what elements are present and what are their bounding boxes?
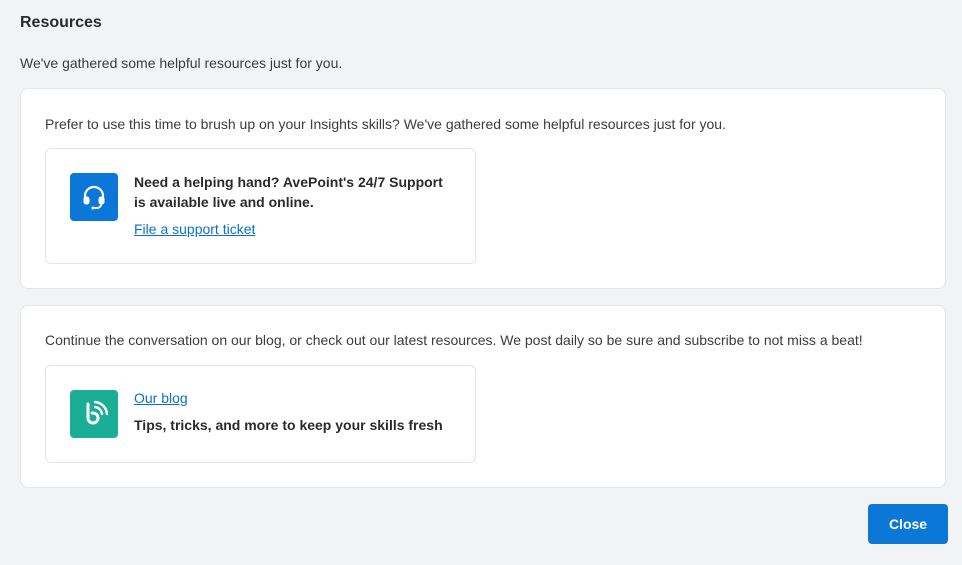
support-card: Need a helping hand? AvePoint's 24/7 Sup… (45, 148, 476, 264)
page-title: Resources (20, 14, 102, 31)
blog-card: Our blog Tips, tricks, and more to keep … (45, 365, 476, 463)
support-heading-line2: is available live and online. (134, 194, 314, 210)
support-panel: Prefer to use this time to brush up on y… (20, 88, 946, 289)
file-support-ticket-link[interactable]: File a support ticket (134, 219, 255, 239)
page-subtitle: We've gathered some helpful resources ju… (20, 55, 343, 71)
blog-card-text: Our blog Tips, tricks, and more to keep … (134, 388, 459, 435)
blog-description: Tips, tricks, and more to keep your skil… (134, 417, 443, 433)
blog-icon (70, 390, 118, 438)
support-heading-line1: Need a helping hand? AvePoint's 24/7 Sup… (134, 174, 443, 190)
our-blog-link[interactable]: Our blog (134, 388, 188, 408)
close-button[interactable]: Close (868, 504, 948, 544)
blog-panel-intro: Continue the conversation on our blog, o… (45, 332, 863, 348)
support-panel-intro: Prefer to use this time to brush up on y… (45, 116, 726, 132)
headset-icon (70, 173, 118, 221)
blog-panel: Continue the conversation on our blog, o… (20, 305, 946, 488)
support-card-text: Need a helping hand? AvePoint's 24/7 Sup… (134, 172, 459, 239)
